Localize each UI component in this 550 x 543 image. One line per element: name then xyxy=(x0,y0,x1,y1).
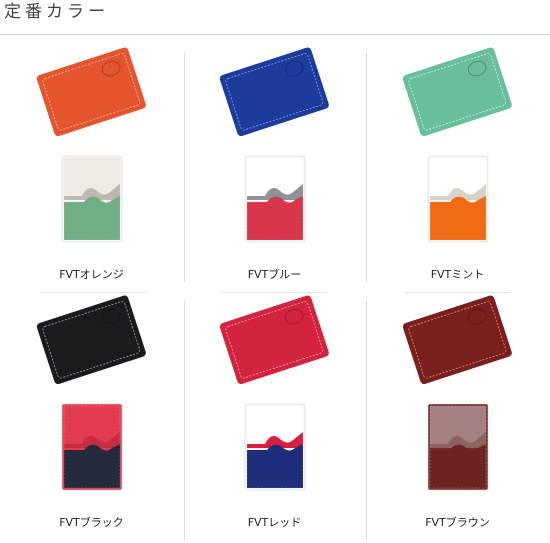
product-card[interactable]: FVTオレンジ xyxy=(0,44,183,294)
wallet-illustration xyxy=(402,295,512,491)
closed-wallet-image xyxy=(219,47,329,137)
product-card[interactable]: FVTブラック xyxy=(0,292,183,542)
open-wallet-image xyxy=(244,403,306,491)
title-divider xyxy=(0,34,550,35)
product-card[interactable]: FVTミント xyxy=(366,44,549,294)
wallet-illustration xyxy=(36,47,146,243)
open-wallet-image xyxy=(61,403,123,491)
product-label[interactable]: FVTブルー xyxy=(183,266,366,282)
open-wallet-image xyxy=(427,403,489,491)
wallet-illustration xyxy=(219,295,329,491)
product-card[interactable]: FVTブラウン xyxy=(366,292,549,542)
closed-wallet-image xyxy=(402,295,512,385)
closed-wallet-image xyxy=(36,47,146,137)
wallet-illustration xyxy=(36,295,146,491)
open-wallet-image xyxy=(427,155,489,243)
open-wallet-image xyxy=(61,155,123,243)
page-title: 定番カラー xyxy=(4,2,109,22)
wallet-illustration xyxy=(219,47,329,243)
wallet-illustration xyxy=(402,47,512,243)
product-label[interactable]: FVTミント xyxy=(366,266,549,282)
product-label[interactable]: FVTレッド xyxy=(183,514,366,530)
closed-wallet-image xyxy=(36,295,146,385)
closed-wallet-image xyxy=(402,47,512,137)
open-wallet-image xyxy=(244,155,306,243)
product-label[interactable]: FVTブラック xyxy=(0,514,183,530)
closed-wallet-image xyxy=(219,295,329,385)
product-card[interactable]: FVTレッド xyxy=(183,292,366,542)
product-card[interactable]: FVTブルー xyxy=(183,44,366,294)
product-label[interactable]: FVTブラウン xyxy=(366,514,549,530)
product-label[interactable]: FVTオレンジ xyxy=(0,266,183,282)
